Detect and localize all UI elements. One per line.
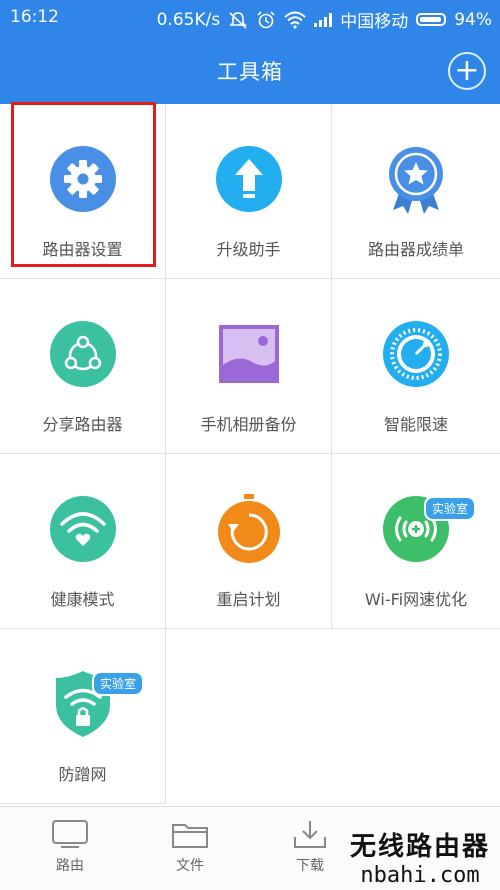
lab-badge: 实验室 [92,671,145,696]
wifi-signal-icon [284,11,306,29]
tool-label: 升级助手 [216,240,281,259]
tool-label: Wi-Fi网速优化 [364,590,468,609]
star-medal-icon [389,147,443,214]
tool-label: 智能限速 [383,415,448,434]
tab-label: 下载 [296,858,324,874]
tab-router[interactable]: 路由 [20,819,120,875]
lab-badge: 实验室 [424,496,477,521]
router-tv-icon [52,820,88,848]
page-title: 工具箱 [217,60,283,84]
silent-bell-icon [229,11,248,29]
tab-label: 路由 [56,858,84,874]
tool-upgrade-assistant[interactable]: 升级助手 [166,104,332,279]
selection-highlight [11,102,156,267]
wifi-heart-icon [49,496,116,562]
tool-restart-schedule[interactable]: 重启计划 [166,454,332,629]
status-right: 0.65K/s 中国移动 94% [156,7,492,33]
add-button[interactable]: + [448,52,486,90]
tool-label: 手机相册备份 [200,415,297,434]
tool-smart-speed-limit[interactable]: 智能限速 [332,279,500,454]
tool-anti-freeloading[interactable]: 实验室 防蹭网 [0,629,166,804]
battery-icon [416,13,447,26]
cell-signal-icon [314,12,333,27]
carrier-name: 中国移动 [340,12,409,32]
tool-share-router[interactable]: 分享路由器 [0,279,166,454]
speed-gauge-icon [383,321,449,387]
upgrade-arrow-icon [215,146,282,212]
tab-label: 文件 [176,858,204,874]
watermark-url: nbahi.com [360,863,480,888]
tab-downloads[interactable]: 下载 [260,819,360,875]
download-icon [294,821,326,848]
tool-label: 健康模式 [50,590,115,609]
folder-icon [172,824,208,848]
tab-files[interactable]: 文件 [140,819,240,875]
battery-percent: 94% [454,9,492,30]
status-time: 16:12 [10,7,59,27]
tool-label: 防蹭网 [58,765,107,784]
tool-label: 重启计划 [216,590,281,609]
plus-icon: + [454,53,480,88]
tool-health-mode[interactable]: 健康模式 [0,454,166,629]
tool-photo-backup[interactable]: 手机相册备份 [166,279,332,454]
tool-wifi-speed-optimize[interactable]: 实验室 Wi-Fi网速优化 [332,454,500,629]
share-icon [49,321,116,387]
network-speed: 0.65K/s [156,9,221,30]
app-header: 16:12 0.65K/s 中国移动 94% 工具箱 + [0,0,500,104]
tool-label: 分享路由器 [42,415,123,434]
photo-album-icon [218,325,279,383]
alarm-clock-icon [257,10,275,28]
watermark: 无线路由器 nbahi.com [350,826,490,888]
watermark-title: 无线路由器 [349,832,490,862]
restart-timer-icon [217,494,280,563]
tool-label: 路由器成绩单 [367,240,464,259]
status-bar: 16:12 0.65K/s 中国移动 94% [0,0,500,36]
tool-router-report[interactable]: 路由器成绩单 [332,104,500,279]
